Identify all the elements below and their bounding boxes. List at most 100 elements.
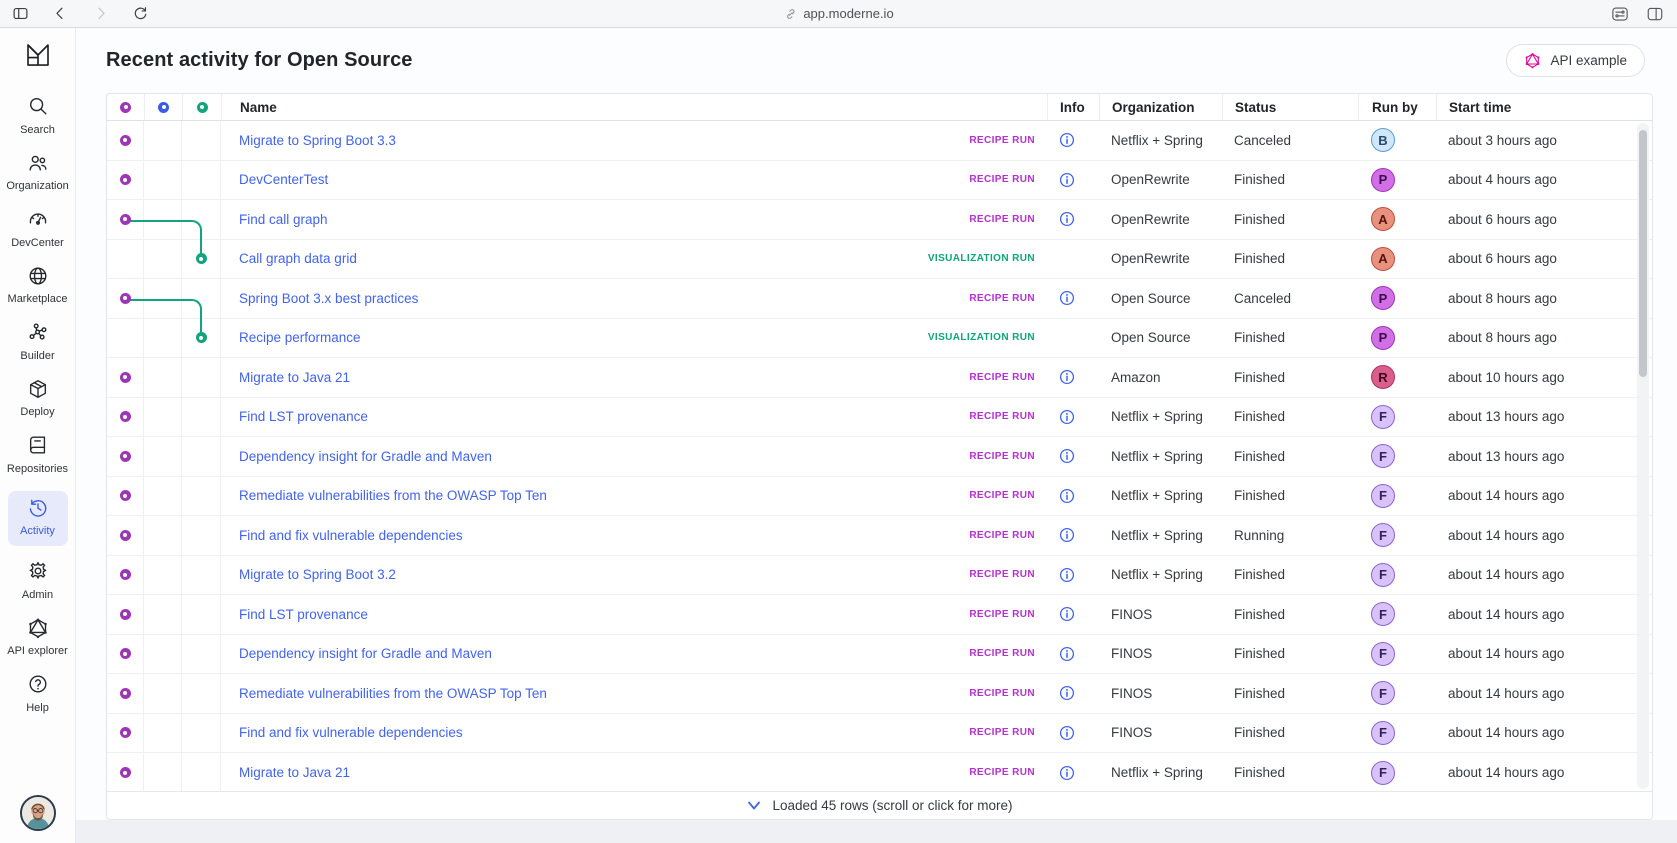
- split-view-icon[interactable]: [1645, 4, 1665, 24]
- column-header-name[interactable]: Name: [221, 94, 1047, 120]
- main-content: Recent activity for Open Source API exam…: [76, 28, 1677, 843]
- run-type-badge: RECIPE RUN: [969, 174, 1047, 185]
- table-row[interactable]: Dependency insight for Gradle and MavenR…: [107, 437, 1652, 477]
- table-row[interactable]: Migrate to Spring Boot 3.3RECIPE RUNNetf…: [107, 121, 1652, 161]
- info-icon[interactable]: [1059, 567, 1075, 583]
- info-icon[interactable]: [1059, 725, 1075, 741]
- organization-cell: FINOS: [1099, 674, 1222, 713]
- run-by-cell: F: [1358, 714, 1436, 753]
- info-icon[interactable]: [1059, 448, 1075, 464]
- table-row[interactable]: Find and fix vulnerable dependenciesRECI…: [107, 516, 1652, 556]
- sidebar-item-admin[interactable]: Admin: [4, 560, 72, 603]
- table-row[interactable]: Call graph data gridVISUALIZATION RUNOpe…: [107, 240, 1652, 280]
- table-row[interactable]: Find call graphRECIPE RUNOpenRewriteFini…: [107, 200, 1652, 240]
- table-row[interactable]: Remediate vulnerabilities from the OWASP…: [107, 674, 1652, 714]
- info-icon[interactable]: [1059, 290, 1075, 306]
- status-cell: Finished: [1222, 635, 1358, 674]
- info-cell: [1047, 398, 1099, 437]
- sidebar-item-organization[interactable]: Organization: [4, 152, 72, 195]
- table-row[interactable]: DevCenterTestRECIPE RUNOpenRewriteFinish…: [107, 161, 1652, 201]
- user-avatar[interactable]: [20, 795, 56, 831]
- recipe-name-link[interactable]: Dependency insight for Gradle and Maven: [239, 449, 492, 464]
- info-icon[interactable]: [1059, 172, 1075, 188]
- run-type-badge: RECIPE RUN: [969, 135, 1047, 146]
- moderne-logo-icon[interactable]: [23, 40, 53, 75]
- activity-table: Name Info Organization Status Run by Sta…: [106, 93, 1653, 820]
- recipe-name-link[interactable]: Remediate vulnerabilities from the OWASP…: [239, 686, 547, 701]
- recipe-name-link[interactable]: Call graph data grid: [239, 251, 357, 266]
- sidebar-item-builder[interactable]: Builder: [4, 321, 72, 364]
- column-header-run-by[interactable]: Run by: [1358, 94, 1436, 120]
- name-cell: Find LST provenanceRECIPE RUN: [221, 595, 1047, 634]
- back-icon[interactable]: [50, 4, 70, 24]
- recipe-name-link[interactable]: Remediate vulnerabilities from the OWASP…: [239, 488, 547, 503]
- table-row[interactable]: Recipe performanceVISUALIZATION RUNOpen …: [107, 319, 1652, 359]
- page-settings-icon[interactable]: [1610, 4, 1630, 24]
- url-bar[interactable]: app.moderne.io: [783, 0, 893, 27]
- visualization-run-filter-header[interactable]: [182, 94, 221, 120]
- sidebar-item-search[interactable]: Search: [4, 95, 72, 138]
- column-header-start-time[interactable]: Start time: [1436, 94, 1652, 120]
- link-icon: [783, 7, 797, 21]
- table-row[interactable]: Remediate vulnerabilities from the OWASP…: [107, 477, 1652, 517]
- recipe-name-link[interactable]: Find call graph: [239, 212, 328, 227]
- info-icon[interactable]: [1059, 646, 1075, 662]
- recipe-run-filter-header[interactable]: [107, 94, 144, 120]
- info-icon[interactable]: [1059, 369, 1075, 385]
- forward-icon[interactable]: [90, 4, 110, 24]
- status-cell: Finished: [1222, 674, 1358, 713]
- column-header-organization[interactable]: Organization: [1099, 94, 1222, 120]
- table-row[interactable]: Find LST provenanceRECIPE RUNNetflix + S…: [107, 398, 1652, 438]
- recipe-name-link[interactable]: Spring Boot 3.x best practices: [239, 291, 418, 306]
- reload-icon[interactable]: [130, 4, 150, 24]
- info-cell: [1047, 121, 1099, 160]
- table-row[interactable]: Find LST provenanceRECIPE RUNFINOSFinish…: [107, 595, 1652, 635]
- table-row[interactable]: Find and fix vulnerable dependenciesRECI…: [107, 714, 1652, 754]
- api-example-button[interactable]: API example: [1506, 44, 1645, 77]
- run-by-avatar: R: [1371, 365, 1395, 389]
- sidebar-item-repositories[interactable]: Repositories: [4, 434, 72, 477]
- name-cell: Find call graphRECIPE RUN: [221, 200, 1047, 239]
- recipe-name-link[interactable]: Find and fix vulnerable dependencies: [239, 528, 463, 543]
- scrollbar-thumb[interactable]: [1639, 130, 1647, 377]
- blue-run-filter-header[interactable]: [144, 94, 182, 120]
- table-row[interactable]: Migrate to Java 21RECIPE RUNNetflix + Sp…: [107, 753, 1652, 791]
- info-icon[interactable]: [1059, 606, 1075, 622]
- visualization-dot-cell: [182, 714, 221, 753]
- name-cell: Migrate to Java 21RECIPE RUN: [221, 358, 1047, 397]
- info-icon[interactable]: [1059, 488, 1075, 504]
- load-more-bar[interactable]: Loaded 45 rows (scroll or click for more…: [107, 791, 1652, 819]
- recipe-name-link[interactable]: Migrate to Java 21: [239, 765, 350, 780]
- recipe-name-link[interactable]: Find LST provenance: [239, 607, 368, 622]
- recipe-name-link[interactable]: Migrate to Spring Boot 3.2: [239, 567, 396, 582]
- recipe-name-link[interactable]: DevCenterTest: [239, 172, 328, 187]
- column-header-status[interactable]: Status: [1222, 94, 1358, 120]
- sidebar-item-marketplace[interactable]: Marketplace: [4, 265, 72, 308]
- sidebar-toggle-icon[interactable]: [10, 4, 30, 24]
- info-icon[interactable]: [1059, 211, 1075, 227]
- info-icon[interactable]: [1059, 527, 1075, 543]
- sidebar-item-help[interactable]: Help: [4, 673, 72, 716]
- table-row[interactable]: Spring Boot 3.x best practicesRECIPE RUN…: [107, 279, 1652, 319]
- sidebar-item-deploy[interactable]: Deploy: [4, 378, 72, 421]
- column-header-info[interactable]: Info: [1047, 94, 1099, 120]
- info-icon[interactable]: [1059, 132, 1075, 148]
- scrollbar-track[interactable]: [1637, 123, 1649, 789]
- recipe-name-link[interactable]: Dependency insight for Gradle and Maven: [239, 646, 492, 661]
- recipe-name-link[interactable]: Find and fix vulnerable dependencies: [239, 725, 463, 740]
- recipe-name-link[interactable]: Migrate to Spring Boot 3.3: [239, 133, 396, 148]
- sidebar-item-devcenter[interactable]: DevCenter: [4, 208, 72, 251]
- table-row[interactable]: Migrate to Java 21RECIPE RUNAmazonFinish…: [107, 358, 1652, 398]
- recipe-name-link[interactable]: Migrate to Java 21: [239, 370, 350, 385]
- info-icon[interactable]: [1059, 685, 1075, 701]
- table-row[interactable]: Dependency insight for Gradle and MavenR…: [107, 635, 1652, 675]
- recipe-name-link[interactable]: Find LST provenance: [239, 409, 368, 424]
- sidebar-item-api-explorer[interactable]: API explorer: [4, 617, 72, 660]
- info-icon[interactable]: [1059, 409, 1075, 425]
- sidebar-item-activity[interactable]: Activity: [8, 491, 68, 547]
- info-cell: [1047, 358, 1099, 397]
- recipe-name-link[interactable]: Recipe performance: [239, 330, 361, 345]
- info-icon[interactable]: [1059, 765, 1075, 781]
- run-connector-line: [125, 299, 202, 339]
- table-row[interactable]: Migrate to Spring Boot 3.2RECIPE RUNNetf…: [107, 556, 1652, 596]
